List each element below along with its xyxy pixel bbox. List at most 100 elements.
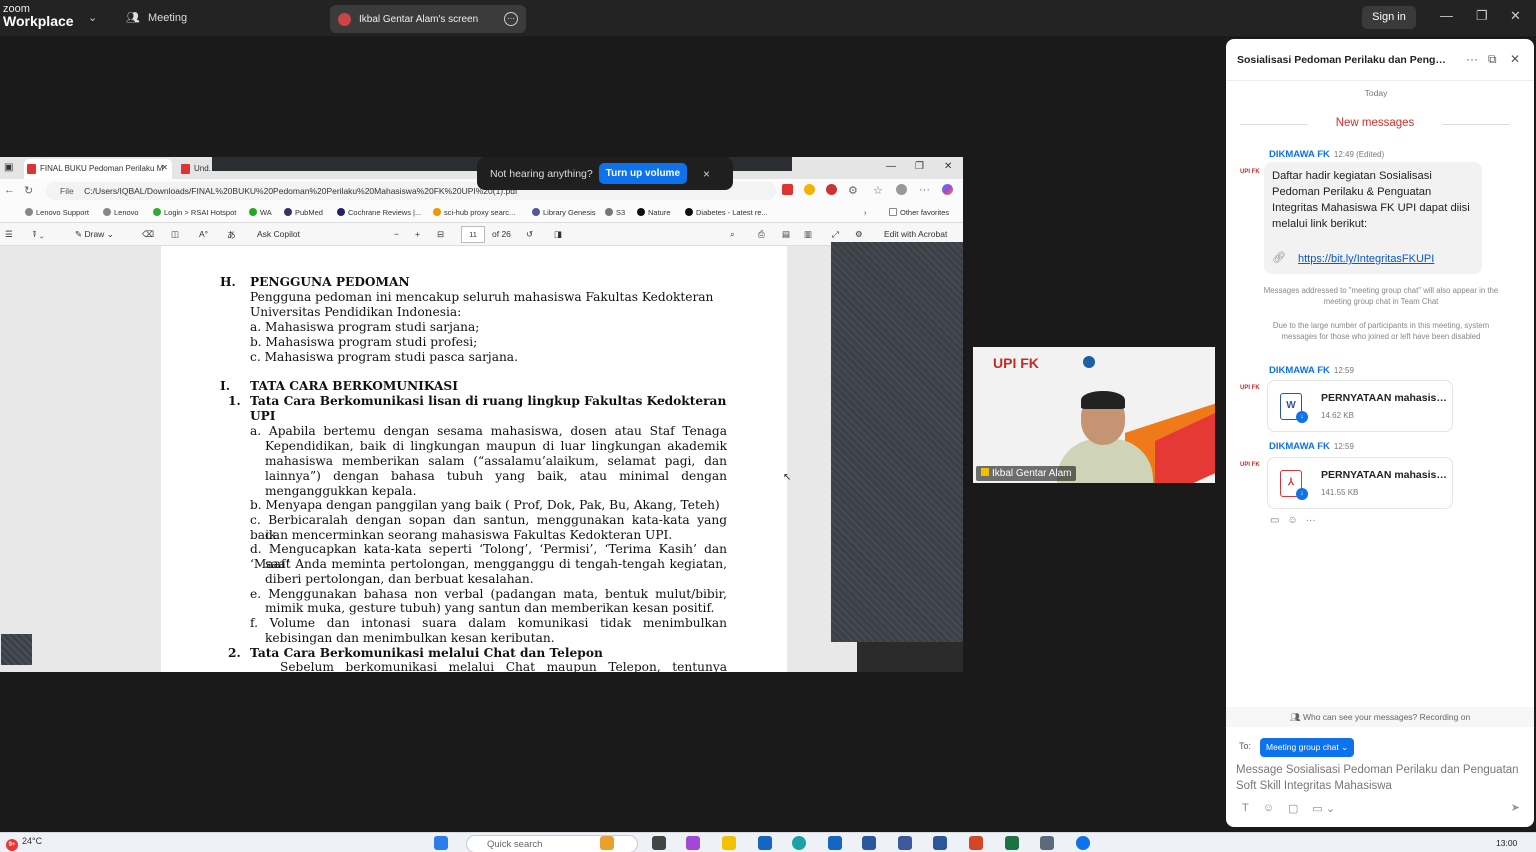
outlook-icon[interactable] <box>758 836 772 850</box>
browser-minimize-icon[interactable]: — <box>886 161 896 172</box>
app-icon[interactable] <box>862 836 876 850</box>
chevron-down-icon[interactable]: ⌄ <box>88 11 97 24</box>
popout-icon[interactable]: ⧉ <box>1488 52 1497 67</box>
file-icon[interactable]: ▢ <box>1288 802 1298 815</box>
chevron-right-icon[interactable]: › <box>864 208 867 217</box>
zoom-in-icon[interactable]: + <box>415 229 420 239</box>
acrobat-extension-icon[interactable] <box>782 184 793 195</box>
more-icon[interactable]: ··· <box>1306 515 1316 526</box>
app-icon[interactable] <box>1040 836 1054 850</box>
print-icon[interactable]: ⎙ <box>758 229 765 240</box>
copilot-icon[interactable] <box>942 184 953 195</box>
sign-in-button[interactable]: Sign in <box>1362 6 1416 29</box>
rotate-icon[interactable]: ↺ <box>526 229 533 240</box>
visibility-notice[interactable]: 👥︎ Who can see your messages? Recording … <box>1226 707 1534 727</box>
translate-icon[interactable]: あ <box>227 229 236 241</box>
more-options-icon[interactable]: ··· <box>504 12 518 26</box>
file-attachment[interactable]: ⅄ ↓ PERNYATAAN mahasiswa.pdf 141.55 KB <box>1267 457 1453 509</box>
zoom-icon[interactable] <box>1076 836 1090 850</box>
fav-item[interactable]: Library Genesis <box>532 208 596 217</box>
fav-item[interactable]: Login > RSAI Hotspot <box>153 208 236 217</box>
meeting-tab[interactable]: 👥︎ Meeting <box>126 11 187 25</box>
save-icon[interactable]: ▤ <box>782 229 790 240</box>
draw-button[interactable]: ✎ Draw ⌄ <box>75 229 114 240</box>
file-explorer-icon[interactable] <box>722 836 736 850</box>
find-icon[interactable]: ⌕ <box>730 229 735 240</box>
tab-actions-icon[interactable]: ▣ <box>4 162 13 173</box>
excel-icon[interactable] <box>1005 836 1019 850</box>
message-input[interactable]: Message Sosialisasi Pedoman Perilaku dan… <box>1236 762 1528 794</box>
list-item-line: dan mencerminkan seorang mahasiswa Fakul… <box>265 528 673 542</box>
copilot-taskbar-icon[interactable] <box>686 836 700 850</box>
tab-close-icon[interactable]: ✕ <box>161 163 168 172</box>
shared-screen-tab[interactable]: Ikbal Gentar Alam's screen ··· <box>330 5 526 33</box>
word-icon[interactable] <box>933 836 947 850</box>
fav-item[interactable]: Nature <box>637 208 671 217</box>
profile-icon[interactable] <box>896 184 907 195</box>
back-icon[interactable]: ← <box>4 184 15 196</box>
download-icon[interactable]: ↓ <box>1296 488 1308 500</box>
highlight-icon[interactable]: ⍒ ⌄ <box>32 229 43 240</box>
page-number-input[interactable]: 11 <box>461 226 485 243</box>
tab-pdf-pedoman[interactable]: FINAL BUKU Pedoman Perilaku M ✕ <box>24 159 172 179</box>
participant-video[interactable]: UPI FK Ikbal Gentar Alam <box>973 347 1215 483</box>
app-icon[interactable] <box>898 836 912 850</box>
save-as-icon[interactable]: ▥ <box>804 229 812 240</box>
browser-close-icon[interactable]: ✕ <box>944 161 952 172</box>
extensions-icon[interactable]: ⚙ <box>848 184 858 197</box>
bulb-extension-icon[interactable] <box>804 184 815 195</box>
more-icon[interactable]: ··· <box>1466 52 1478 66</box>
tab-und[interactable]: Und. <box>178 159 212 179</box>
recipient-dropdown[interactable]: Meeting group chat ⌄ <box>1260 738 1355 757</box>
close-chat-icon[interactable]: ✕ <box>1510 52 1520 66</box>
fav-item[interactable]: sci-hub proxy searc... <box>433 208 515 217</box>
edit-with-acrobat[interactable]: Edit with Acrobat <box>884 229 947 239</box>
fav-item[interactable]: S3 <box>605 208 625 217</box>
reply-icon[interactable]: ▭ <box>1270 515 1279 526</box>
task-view-icon[interactable] <box>652 836 666 850</box>
powerpoint-icon[interactable] <box>969 836 983 850</box>
download-icon[interactable]: ↓ <box>1296 411 1308 423</box>
fav-item[interactable]: WA <box>249 208 272 217</box>
turn-up-volume-button[interactable]: Turn up volume <box>598 163 688 184</box>
fav-item[interactable]: PubMed <box>284 208 323 217</box>
contents-icon[interactable]: ☰ <box>5 229 13 240</box>
extension-icon[interactable] <box>826 184 837 195</box>
fit-page-icon[interactable]: ⊟ <box>437 229 444 240</box>
ask-copilot-button[interactable]: Ask Copilot <box>257 229 300 239</box>
close-icon[interactable]: ✕ <box>1510 8 1521 24</box>
maximize-icon[interactable]: ❐ <box>1476 8 1488 24</box>
send-icon[interactable]: ➤ <box>1511 801 1520 814</box>
emoji-icon[interactable]: ☺ <box>1263 802 1274 815</box>
edge-icon[interactable] <box>792 836 806 850</box>
minimize-icon[interactable]: — <box>1440 8 1453 23</box>
favorites-icon[interactable]: ☆ <box>873 184 883 197</box>
page-view-icon[interactable]: ◫ <box>171 229 179 240</box>
emoji-icon[interactable]: ☺ <box>1287 515 1297 526</box>
zoom-out-icon[interactable]: − <box>394 229 399 239</box>
teams-icon[interactable] <box>828 836 842 850</box>
start-icon[interactable] <box>434 836 448 850</box>
erase-icon[interactable]: ⌫ <box>142 229 154 240</box>
clock[interactable]: 13:00 <box>1496 838 1517 848</box>
widget-icon[interactable] <box>600 836 614 850</box>
weather-widget[interactable]: 9+ 24°C <box>6 836 42 851</box>
toast-close-icon[interactable]: × <box>703 167 710 181</box>
browser-maximize-icon[interactable]: ❐ <box>915 161 924 172</box>
message-link[interactable]: https://bit.ly/IntegritasFKUPI <box>1298 251 1434 267</box>
other-favorites[interactable]: Other favorites <box>889 208 949 217</box>
read-aloud-icon[interactable]: A° <box>199 229 208 239</box>
menu-icon[interactable]: ··· <box>919 184 930 196</box>
fav-item[interactable]: Lenovo Support <box>25 208 89 217</box>
fav-item[interactable]: Cochrane Reviews |... <box>337 208 421 217</box>
refresh-icon[interactable]: ↻ <box>24 184 33 197</box>
format-icon[interactable]: T <box>1242 802 1249 815</box>
fullscreen-icon[interactable]: ⤢ <box>832 229 839 240</box>
file-attachment[interactable]: W ↓ PERNYATAAN mahasiswa.docx 14.62 KB <box>1267 380 1453 432</box>
fav-item[interactable]: Lenovo <box>103 208 139 217</box>
screenshot-icon[interactable]: ▭ ⌄ <box>1312 802 1335 815</box>
fav-item[interactable]: Diabetes - Latest re... <box>685 208 768 217</box>
zoom-logo[interactable]: zoom Workplace <box>3 3 74 28</box>
settings-icon[interactable]: ⚙ <box>855 229 863 240</box>
two-page-icon[interactable]: ◨ <box>554 229 562 240</box>
